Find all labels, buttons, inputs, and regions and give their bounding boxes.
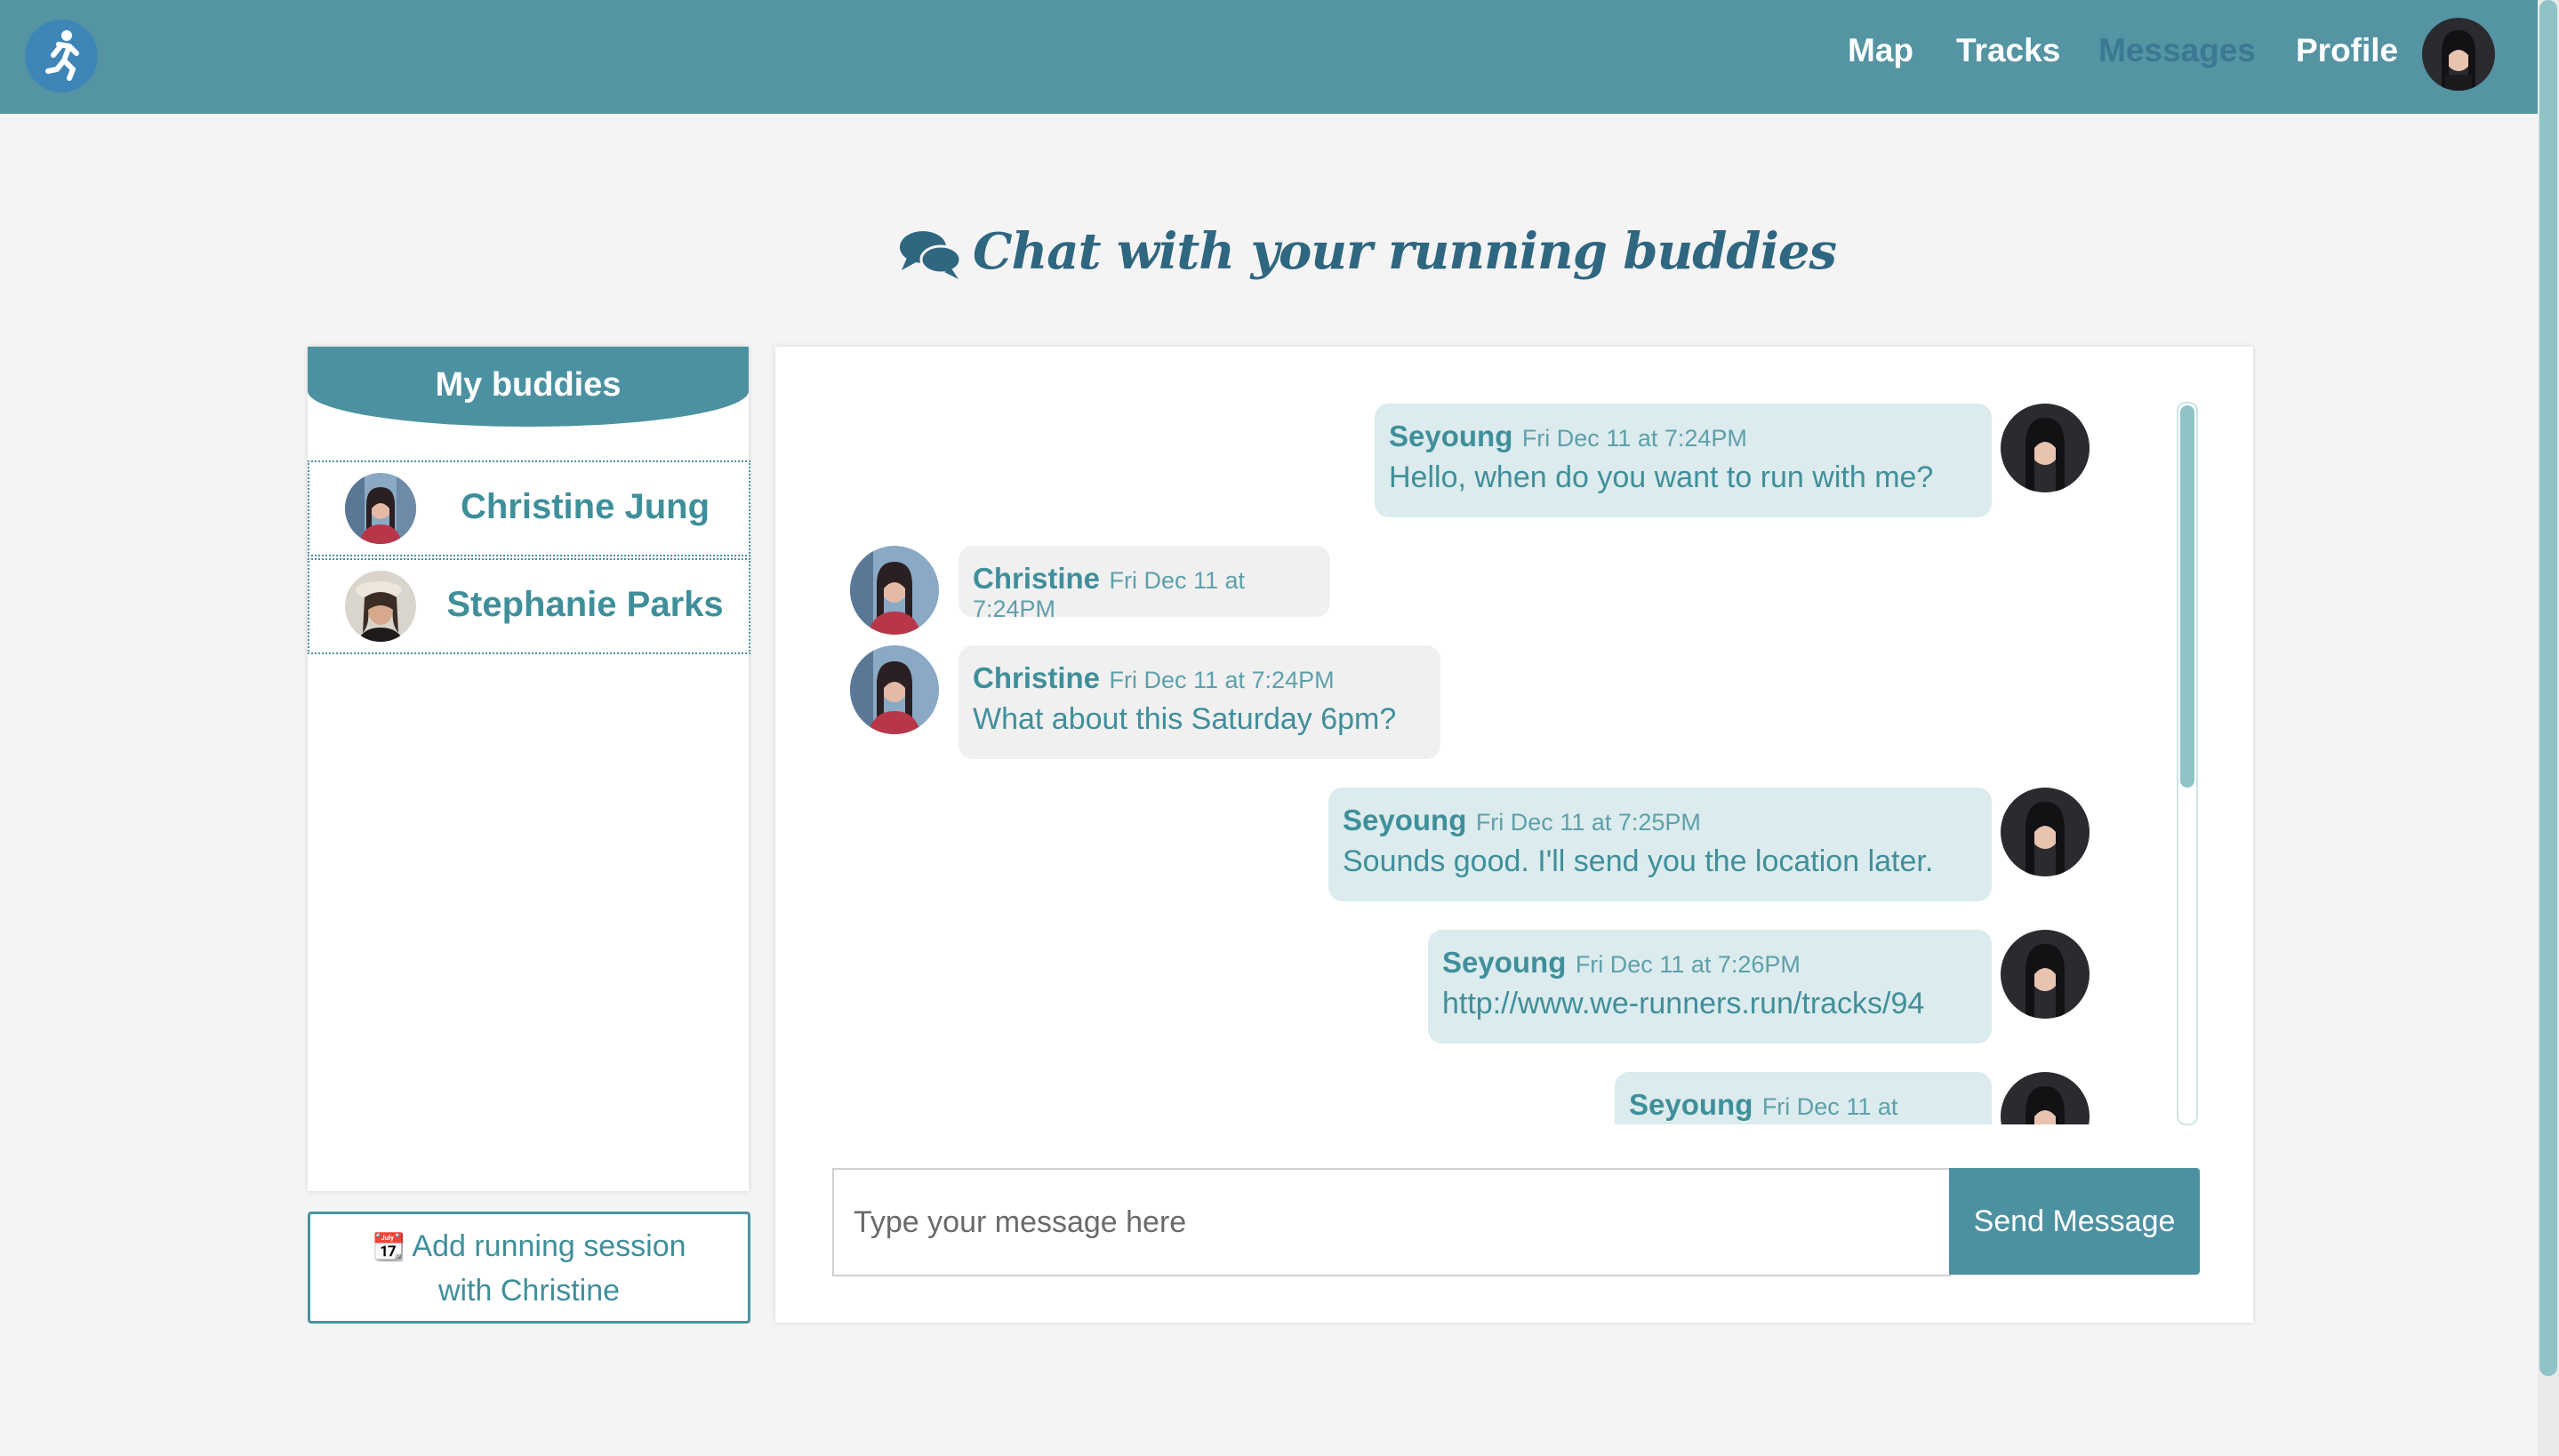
buddies-panel: My buddies Christine Jung Stephanie Park…: [308, 347, 750, 1191]
buddies-header: My buddies: [308, 347, 749, 427]
seyoung-avatar: [2001, 930, 2090, 1019]
message-link[interactable]: http://www.we-runners.run/tracks/94: [1442, 987, 1977, 1021]
christine-avatar: [850, 645, 939, 734]
buddy-item-stephanie-parks[interactable]: Stephanie Parks: [308, 558, 750, 654]
top-navbar: Map Tracks Messages Profile: [0, 0, 2538, 114]
message-sender: Seyoung: [1629, 1088, 1753, 1121]
buddies-header-label: My buddies: [435, 366, 622, 404]
buddy-avatar: [345, 473, 416, 544]
message-bubble: Christine Fri Dec 11 at 7:24PM: [959, 546, 1330, 622]
page-title-text: Chat with your running buddies: [973, 222, 1837, 281]
send-message-button[interactable]: Send Message: [1949, 1168, 2200, 1275]
message-bubble: Seyoung Fri Dec 11 at 7:26PM http://www.…: [1428, 930, 1992, 1044]
message-time: Fri Dec 11 at 7:24PM: [1109, 667, 1335, 693]
message-sender: Seyoung: [1389, 420, 1513, 452]
chat-bubbles-icon: [898, 228, 962, 285]
message-sender: Seyoung: [1442, 946, 1567, 979]
runner-logo-icon[interactable]: [25, 20, 98, 92]
message-bubble: Seyoung Fri Dec 11 at 7:24PM Hello, when…: [1375, 404, 1992, 517]
seyoung-avatar: [2001, 788, 2090, 876]
message-text: What about this Saturday 6pm?: [973, 702, 1397, 736]
calendar-icon: 📆: [372, 1233, 405, 1262]
add-session-label: Add running session with Christine: [412, 1229, 686, 1308]
page-scrollbar[interactable]: [2538, 0, 2559, 1456]
nav-profile[interactable]: Profile: [2296, 32, 2398, 69]
message-sender: Christine: [973, 562, 1101, 595]
christine-avatar: [850, 546, 939, 635]
message-text: Sounds good. I'll send you the location …: [1343, 844, 1934, 878]
message-list[interactable]: Seyoung Fri Dec 11 at 7:24PM Hello, when…: [775, 400, 2162, 1124]
buddy-item-christine-jung[interactable]: Christine Jung: [308, 460, 750, 556]
buddy-name: Christine Jung: [460, 487, 710, 526]
message-bubble: Christine Fri Dec 11 at 7:24PM What abou…: [959, 645, 1440, 759]
message-text: Hello, when do you want to run with me?: [1389, 460, 1934, 494]
message-sender: Seyoung: [1343, 804, 1467, 836]
message-sender: Christine: [973, 661, 1101, 694]
messages-scrollbar[interactable]: [2177, 402, 2198, 1125]
nav-messages[interactable]: Messages: [2098, 32, 2256, 69]
nav-tracks[interactable]: Tracks: [1956, 32, 2060, 69]
message-bubble: Seyoung Fri Dec 11 at 7:26PM: [1615, 1072, 1992, 1124]
buddy-avatar: [345, 571, 416, 642]
seyoung-avatar: [2001, 404, 2090, 492]
add-running-session-button[interactable]: 📆 Add running session with Christine: [308, 1212, 750, 1324]
message-bubble: Seyoung Fri Dec 11 at 7:25PM Sounds good…: [1328, 788, 1992, 901]
seyoung-avatar: [2001, 1072, 2090, 1124]
buddy-name: Stephanie Parks: [446, 585, 724, 624]
user-avatar[interactable]: [2422, 18, 2495, 91]
message-time: Fri Dec 11 at 7:25PM: [1475, 809, 1701, 836]
chat-panel: Seyoung Fri Dec 11 at 7:24PM Hello, when…: [775, 347, 2253, 1323]
message-time: Fri Dec 11 at 7:26PM: [1575, 951, 1801, 978]
message-input[interactable]: [832, 1168, 1951, 1276]
nav-map[interactable]: Map: [1848, 32, 1913, 69]
message-time: Fri Dec 11 at 7:24PM: [1521, 425, 1747, 452]
